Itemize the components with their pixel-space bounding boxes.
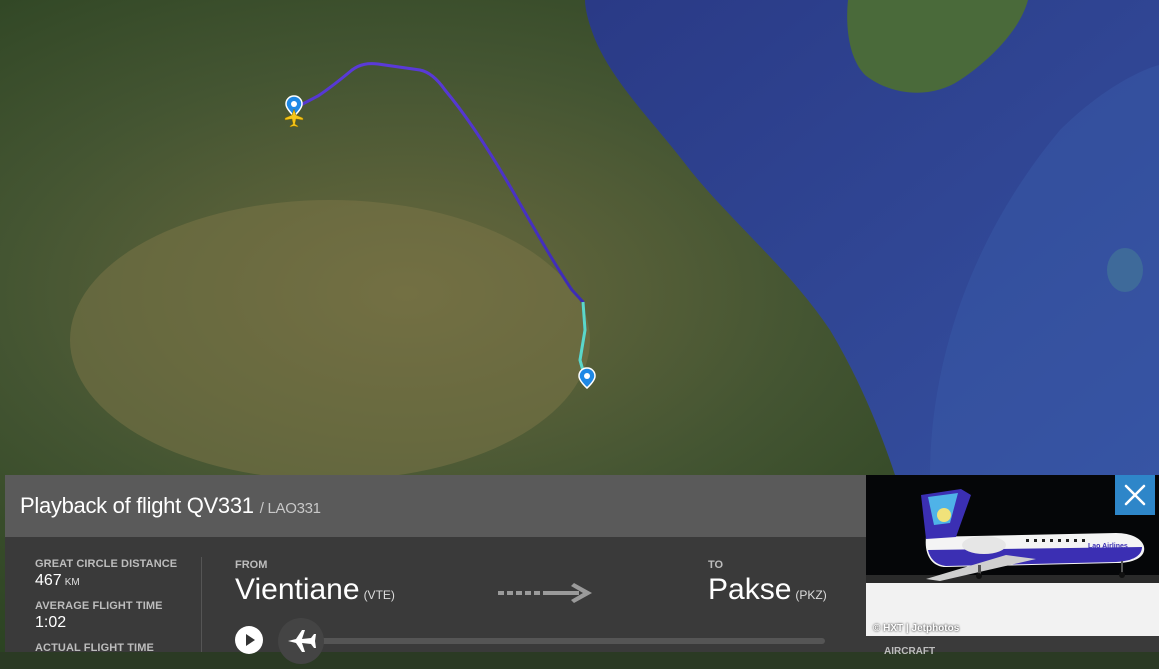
from-city-name: Vientiane: [235, 573, 360, 606]
arrow-right-icon: [498, 583, 592, 603]
to-code: (PKZ): [795, 588, 827, 602]
airline-livery-text: Lao Airlines: [1088, 543, 1128, 550]
divider: [201, 557, 202, 652]
stat-label: AVERAGE FLIGHT TIME: [35, 600, 163, 612]
to-city: Pakse (PKZ): [708, 573, 827, 607]
to-city-name: Pakse: [708, 573, 792, 606]
stat-actual-time: ACTUAL FLIGHT TIME: [35, 642, 200, 654]
stat-unit: KM: [64, 577, 80, 588]
islet: [1107, 248, 1143, 292]
stat-value: 1:02: [35, 614, 67, 631]
stat-label: GREAT CIRCLE DISTANCE: [35, 558, 178, 570]
stat-value-wrap: 467 KM: [35, 572, 200, 590]
playback-panel: Playback of flight QV331 / LAO331 GREAT C…: [5, 475, 866, 664]
to-label: TO: [708, 559, 724, 571]
plateau-area: [70, 200, 590, 480]
flight-title: Playback of flight QV331: [20, 493, 254, 518]
from-code: (VTE): [363, 588, 395, 602]
play-button[interactable]: [235, 626, 263, 654]
stat-value: 467: [35, 572, 62, 589]
stat-avg-time: AVERAGE FLIGHT TIME 1:02: [35, 600, 200, 632]
stat-label: ACTUAL FLIGHT TIME: [35, 642, 154, 654]
plane-icon: [288, 630, 316, 652]
photo-credit[interactable]: © HXT | Jetphotos: [873, 623, 959, 634]
panel-header: Playback of flight QV331 / LAO331: [5, 475, 866, 537]
playback-thumb[interactable]: [278, 618, 324, 664]
close-button[interactable]: [1115, 475, 1155, 515]
from-city: Vientiane (VTE): [235, 573, 395, 607]
flight-stats: GREAT CIRCLE DISTANCE 467 KM AVERAGE FLIG…: [35, 558, 200, 654]
from-label: FROM: [235, 559, 268, 571]
close-icon: [1124, 484, 1146, 506]
stat-great-circle: GREAT CIRCLE DISTANCE 467 KM: [35, 558, 200, 590]
panel-title: Playback of flight QV331 / LAO331: [20, 493, 321, 519]
playback-track[interactable]: [298, 638, 825, 644]
callsign: / LAO331: [259, 500, 321, 517]
